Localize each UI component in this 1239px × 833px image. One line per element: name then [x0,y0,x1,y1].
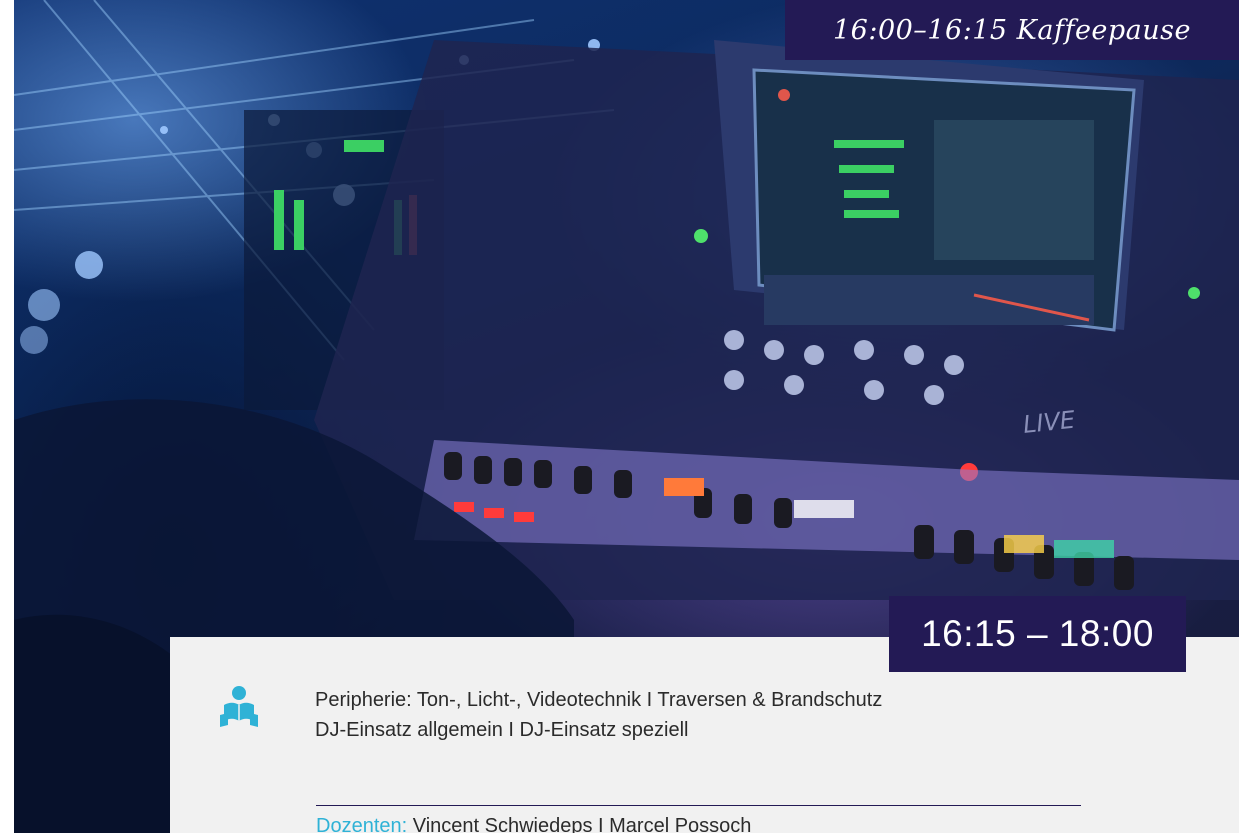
topic-line-1: Peripherie: Ton-, Licht-, Videotechnik I… [315,689,883,711]
lecturers-names: Vincent Schwiedeps I Marcel Possoch [407,815,752,833]
lecturers: Dozenten: Vincent Schwiedeps I Marcel Po… [316,815,751,833]
reader-icon [220,686,258,727]
coffee-break-banner: 16:00–16:15 Kaffeepause [785,0,1239,60]
divider [316,805,1081,806]
session-time: 16:15 – 18:00 [921,613,1154,654]
lecturers-label: Dozenten: [316,815,408,833]
page: LIVE 16:00–16:15 Kaffeepause Peripherie:… [0,0,1239,833]
coffee-break-text: 16:00–16:15 Kaffeepause [832,14,1192,46]
session-time-badge: 16:15 – 18:00 [889,596,1186,672]
session-topics: Peripherie: Ton-, Licht-, Videotechnik I… [315,685,882,745]
topic-line-2: DJ-Einsatz allgemein I DJ-Einsatz spezie… [315,719,689,741]
svg-text:LIVE: LIVE [1022,406,1078,439]
